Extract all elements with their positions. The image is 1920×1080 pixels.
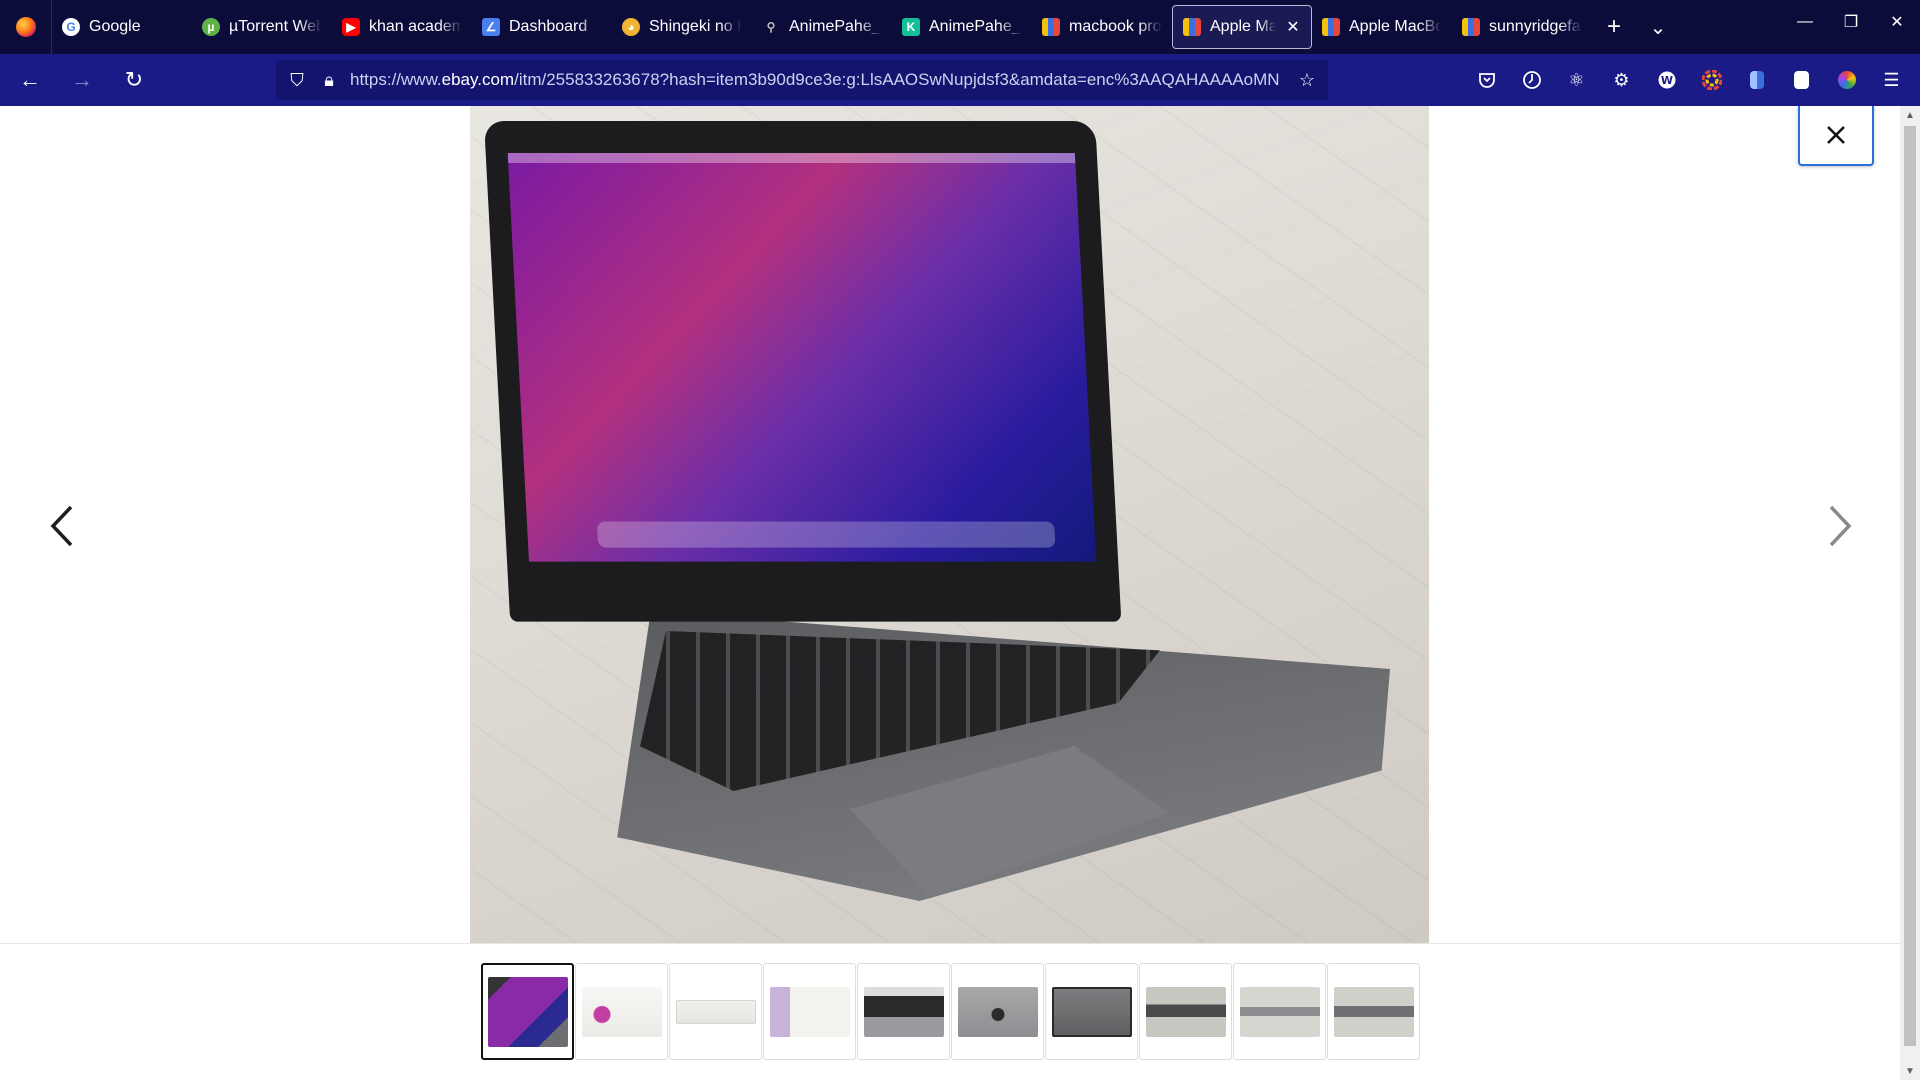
forward-button[interactable]: → [60, 58, 104, 102]
tab-shingeki[interactable]: ◕ Shingeki no Kyojin [612, 5, 752, 49]
next-image-button[interactable] [1820, 491, 1860, 561]
scroll-down-icon[interactable]: ▼ [1900, 1062, 1920, 1080]
thumb-laptop-open[interactable] [481, 963, 574, 1060]
tab-dashboard[interactable]: ∠ Dashboard [472, 5, 612, 49]
lock-icon[interactable]: 🔒︎ [318, 70, 340, 91]
dashboard-icon: ∠ [482, 18, 500, 36]
utorrent-icon: µ [202, 18, 220, 36]
clock-icon[interactable] [1509, 58, 1554, 102]
gear-extension-icon[interactable]: ⚙ [1599, 58, 1644, 102]
image-viewer [0, 106, 1900, 1080]
new-tab-button[interactable]: + [1592, 5, 1636, 49]
thumb-bottom-case[interactable] [1045, 963, 1138, 1060]
tab-label: µTorrent Web [229, 18, 322, 35]
shield-icon[interactable]: ⛉ [286, 70, 308, 91]
tab-sunnyridgefarm[interactable]: sunnyridgefarm [1452, 5, 1592, 49]
url-host: ebay.com [441, 70, 515, 89]
scrollbar-thumb[interactable] [1904, 126, 1916, 1046]
thumb-side-ports[interactable] [1327, 963, 1420, 1060]
file-icon[interactable] [1734, 58, 1779, 102]
ebay-icon [1183, 18, 1201, 36]
window-controls: — ❐ ✕ [1782, 0, 1920, 44]
colorful-extension-icon[interactable] [1824, 58, 1869, 102]
scroll-up-icon[interactable]: ▲ [1900, 106, 1920, 124]
bookmark-extension-icon[interactable] [1779, 58, 1824, 102]
tab-apple-macbook[interactable]: Apple MacBook [1312, 5, 1452, 49]
tab-label: Apple MacBook [1349, 18, 1442, 35]
thumb-system-report[interactable] [763, 963, 856, 1060]
tab-label: Google [89, 18, 141, 35]
reload-button[interactable]: ↻ [112, 58, 156, 102]
tab-apple-mac-active[interactable]: Apple Mac ✕ [1172, 5, 1312, 49]
thumbnail-strip [481, 963, 1420, 1060]
tab-khan-academy[interactable]: ▶ khan academy [332, 5, 472, 49]
thumb-side-closed[interactable] [1139, 963, 1232, 1060]
tab-animepahe-2[interactable]: K AnimePahe_S [892, 5, 1032, 49]
cat-icon: ◕ [622, 18, 640, 36]
thumb-side-profile[interactable] [1233, 963, 1326, 1060]
ebay-icon [1322, 18, 1340, 36]
color-wheel-icon[interactable] [1689, 58, 1734, 102]
url-prefix: https://www. [350, 70, 442, 89]
ebay-icon [1042, 18, 1060, 36]
firefox-logo-icon[interactable] [0, 0, 52, 54]
back-button[interactable]: ← [8, 58, 52, 102]
laptop-screen [484, 121, 1122, 622]
address-bar[interactable]: ⛉ 🔒︎ https://www.ebay.com/itm/2558332636… [276, 60, 1328, 100]
minimize-button[interactable]: — [1782, 0, 1828, 44]
tab-utorrent[interactable]: µ µTorrent Web [192, 5, 332, 49]
page-scrollbar[interactable]: ▲ ▼ [1900, 106, 1920, 1080]
chevron-right-icon [1829, 505, 1852, 547]
thumb-lid-top[interactable] [951, 963, 1044, 1060]
tab-animepahe-1[interactable]: ⚲ AnimePahe_S [752, 5, 892, 49]
ebay-icon [1462, 18, 1480, 36]
close-icon [1827, 126, 1845, 144]
animepahe-icon: ⚲ [766, 20, 776, 34]
tab-google[interactable]: G Google [52, 5, 192, 49]
bookmark-star-icon[interactable]: ☆ [1296, 70, 1318, 91]
menu-icon[interactable]: ☰ [1869, 58, 1914, 102]
chevron-left-icon [50, 505, 73, 547]
tab-strip: G Google µ µTorrent Web ▶ khan academy ∠… [0, 0, 1920, 54]
tab-label: AnimePahe_S [789, 18, 882, 35]
wappalyzer-icon[interactable]: W [1644, 58, 1689, 102]
thumb-about-this-mac[interactable] [575, 963, 668, 1060]
tab-label: khan academy [369, 18, 462, 35]
react-devtools-icon[interactable]: ⚛ [1554, 58, 1599, 102]
tab-label: Apple Mac [1210, 18, 1276, 35]
url-text[interactable]: https://www.ebay.com/itm/255833263678?ha… [350, 70, 1286, 90]
restore-button[interactable]: ❐ [1828, 0, 1874, 44]
url-path: /itm/255833263678?hash=item3b90d9ce3e:g:… [514, 70, 1280, 89]
list-all-tabs-button[interactable]: ⌄ [1636, 5, 1680, 49]
pocket-icon[interactable] [1464, 58, 1509, 102]
navigation-toolbar: ← → ↻ ⛉ 🔒︎ https://www.ebay.com/itm/2558… [0, 54, 1920, 106]
close-viewer-button[interactable] [1798, 106, 1874, 166]
close-tab-icon[interactable]: ✕ [1285, 17, 1301, 37]
tab-label: AnimePahe_S [929, 18, 1022, 35]
tab-label: macbook pro [1069, 18, 1162, 35]
google-icon: G [62, 18, 80, 36]
divider [0, 943, 1900, 944]
extensions-toolbar: ⚛ ⚙ W ☰ [1464, 58, 1914, 102]
k-icon: K [902, 18, 920, 36]
youtube-icon: ▶ [342, 18, 360, 36]
svg-text:W: W [1660, 74, 1672, 87]
tab-macbook-pro[interactable]: macbook pro [1032, 5, 1172, 49]
tab-label: Shingeki no Kyojin [649, 18, 742, 35]
thumb-serial-label[interactable] [669, 963, 762, 1060]
main-product-image[interactable] [470, 106, 1429, 943]
close-window-button[interactable]: ✕ [1874, 0, 1920, 44]
previous-image-button[interactable] [42, 491, 82, 561]
thumb-keyboard[interactable] [857, 963, 950, 1060]
tab-label: sunnyridgefarm [1489, 18, 1582, 35]
tab-label: Dashboard [509, 18, 588, 35]
